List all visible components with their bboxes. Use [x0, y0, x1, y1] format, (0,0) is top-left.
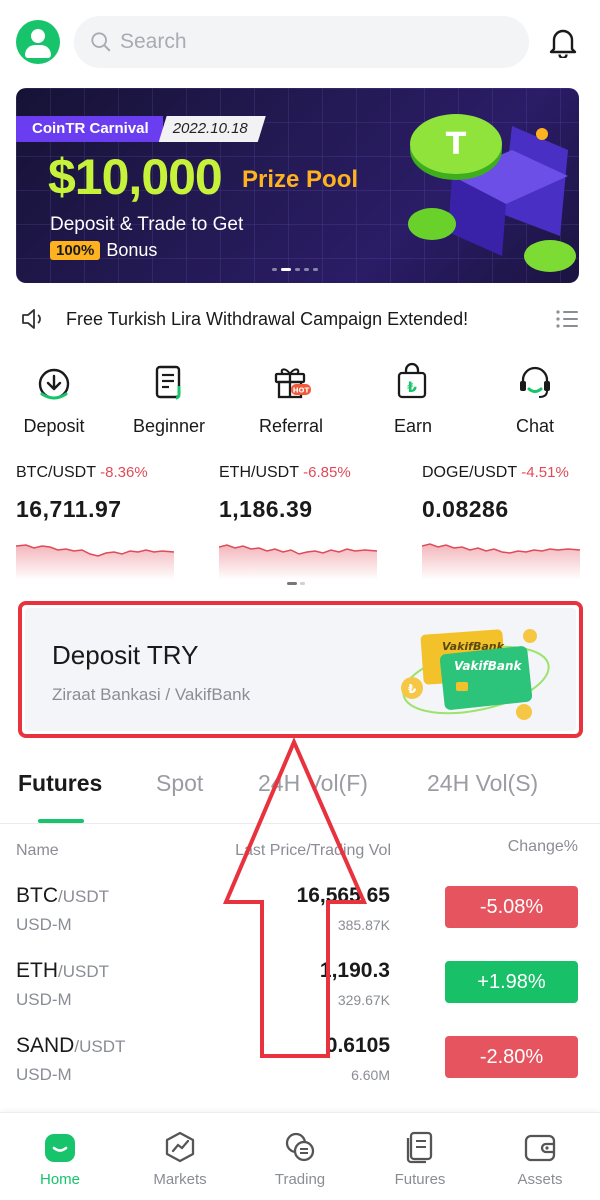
shortcut-deposit[interactable]: Deposit — [0, 362, 108, 442]
row-symbol: SAND — [16, 1034, 75, 1057]
speaker-icon — [22, 309, 41, 329]
search-placeholder: Search — [120, 30, 187, 53]
tab-futures[interactable]: Futures — [18, 770, 102, 797]
deposit-try-banks: Ziraat Bankasi / VakifBank — [52, 685, 251, 704]
row-market: USD-M — [16, 915, 72, 934]
nav-assets[interactable]: Assets — [480, 1113, 600, 1200]
profile-avatar-icon[interactable] — [16, 20, 60, 64]
sparkline-chart — [16, 544, 174, 580]
banner-tag: CoinTR Carnival — [16, 116, 163, 142]
nav-markets[interactable]: Markets — [120, 1113, 240, 1200]
lira-bag-icon: ₺ — [397, 362, 427, 399]
shortcut-row: Deposit Beginner HOT Referral ₺ Earn Cha… — [0, 362, 600, 442]
nav-trading[interactable]: Trading — [240, 1113, 360, 1200]
search-input[interactable]: Search — [74, 16, 529, 68]
headset-icon — [520, 366, 550, 398]
row-change-badge[interactable]: +1.98% — [445, 961, 578, 1003]
shortcut-referral[interactable]: HOT Referral — [230, 362, 352, 442]
shortcut-earn[interactable]: ₺ Earn — [352, 362, 474, 442]
svg-text:₺: ₺ — [407, 380, 417, 396]
home-icon — [45, 1134, 75, 1162]
svg-text:₺: ₺ — [408, 682, 417, 696]
shortcut-chat[interactable]: Chat — [474, 362, 596, 442]
header-change[interactable]: Change% — [508, 838, 578, 856]
ticker-price: 1,186.39 — [219, 496, 313, 522]
futures-icon — [406, 1131, 433, 1164]
banner-prize-label: Prize Pool — [242, 166, 359, 193]
row-volume: 385.87K — [337, 917, 390, 933]
row-symbol: ETH — [16, 959, 58, 982]
ticker-carousel: BTC/USDT -8.36% 16,711.97 ETH/USDT -6.85… — [16, 464, 584, 584]
announcement-bar[interactable]: Free Turkish Lira Withdrawal Campaign Ex… — [16, 300, 584, 338]
announcement-text: Free Turkish Lira Withdrawal Campaign Ex… — [66, 309, 469, 329]
banner-line1: Deposit & Trade to Get — [50, 214, 244, 235]
ticker-eth[interactable]: ETH/USDT -6.85% 1,186.39 — [219, 464, 379, 580]
search-icon — [91, 32, 111, 52]
nav-home[interactable]: Home — [0, 1113, 120, 1200]
top-bar: Search — [16, 14, 584, 70]
tab-24h-vol-futures[interactable]: 24H Vol(F) — [258, 770, 368, 797]
row-volume: 329.67K — [337, 992, 390, 1008]
market-tabs: Futures Spot 24H Vol(F) 24H Vol(S) — [0, 766, 600, 824]
nav-futures[interactable]: Futures — [360, 1113, 480, 1200]
row-last-price: 0.6105 — [325, 1034, 390, 1057]
sparkline-chart — [422, 543, 580, 580]
row-market: USD-M — [16, 990, 72, 1009]
deposit-try-card[interactable]: Deposit TRY Ziraat Bankasi / VakifBank V… — [18, 601, 583, 738]
ticker-change: -6.85% — [303, 464, 351, 481]
row-change-badge[interactable]: -2.80% — [445, 1036, 578, 1078]
gift-icon: HOT — [274, 368, 311, 399]
market-row-sand[interactable]: SAND/USDT USD-M 0.6105 6.60M -2.80% — [16, 1034, 584, 1096]
bank-cards-illustration: VakifBank VakifBank ₺ — [401, 629, 550, 720]
row-change-badge[interactable]: -5.08% — [445, 886, 578, 928]
market-row-eth[interactable]: ETH/USDT USD-M 1,190.3 329.67K +1.98% — [16, 959, 584, 1021]
svg-text:VakifBank: VakifBank — [454, 659, 523, 673]
banner-bonus-label: Bonus — [106, 240, 158, 260]
row-last-price: 16,565.65 — [296, 884, 390, 907]
bell-icon[interactable] — [548, 26, 578, 58]
trading-icon — [285, 1132, 315, 1162]
ticker-change: -4.51% — [521, 464, 569, 481]
banner-bonus-badge: 100% — [50, 241, 101, 260]
active-tab-indicator — [38, 819, 84, 823]
ticker-price: 0.08286 — [422, 496, 509, 522]
sparkline-chart — [219, 544, 377, 580]
deposit-try-title: Deposit TRY — [52, 640, 199, 670]
header-last-price[interactable]: Last Price/Trading Vol — [235, 842, 391, 860]
markets-icon — [165, 1131, 195, 1163]
ticker-doge[interactable]: DOGE/USDT -4.51% 0.08286 — [422, 464, 582, 580]
tab-spot[interactable]: Spot — [156, 770, 203, 797]
bottom-nav: Home Markets Trading Futures Assets — [0, 1112, 600, 1200]
header-name: Name — [16, 842, 59, 859]
shortcut-beginner[interactable]: Beginner — [108, 362, 230, 442]
ticker-change: -8.36% — [100, 464, 148, 481]
tab-24h-vol-spot[interactable]: 24H Vol(S) — [427, 770, 538, 797]
row-last-price: 1,190.3 — [319, 959, 390, 982]
ticker-btc[interactable]: BTC/USDT -8.36% 16,711.97 — [16, 464, 176, 580]
market-row-btc[interactable]: BTC/USDT USD-M 16,565.65 385.87K -5.08% — [16, 884, 584, 946]
market-table-header: Name Last Price/Trading Vol Change% — [16, 838, 584, 862]
deposit-icon — [38, 368, 70, 400]
svg-text:T: T — [446, 127, 467, 162]
hot-badge: HOT — [293, 387, 310, 395]
promo-banner[interactable]: CoinTR Carnival 2022.10.18 $10,000 Prize… — [16, 88, 579, 283]
row-symbol: BTC — [16, 884, 58, 907]
coins-illustration: T — [408, 114, 576, 272]
banner-amount: $10,000 — [48, 149, 223, 205]
row-volume: 6.60M — [351, 1067, 390, 1083]
banner-pagination — [272, 268, 318, 271]
ticker-pagination — [287, 582, 305, 585]
ticker-price: 16,711.97 — [16, 496, 122, 522]
wallet-icon — [524, 1134, 556, 1162]
row-market: USD-M — [16, 1065, 72, 1084]
list-icon[interactable] — [554, 306, 580, 332]
document-icon — [155, 365, 181, 400]
banner-date: 2022.10.18 — [159, 116, 266, 142]
